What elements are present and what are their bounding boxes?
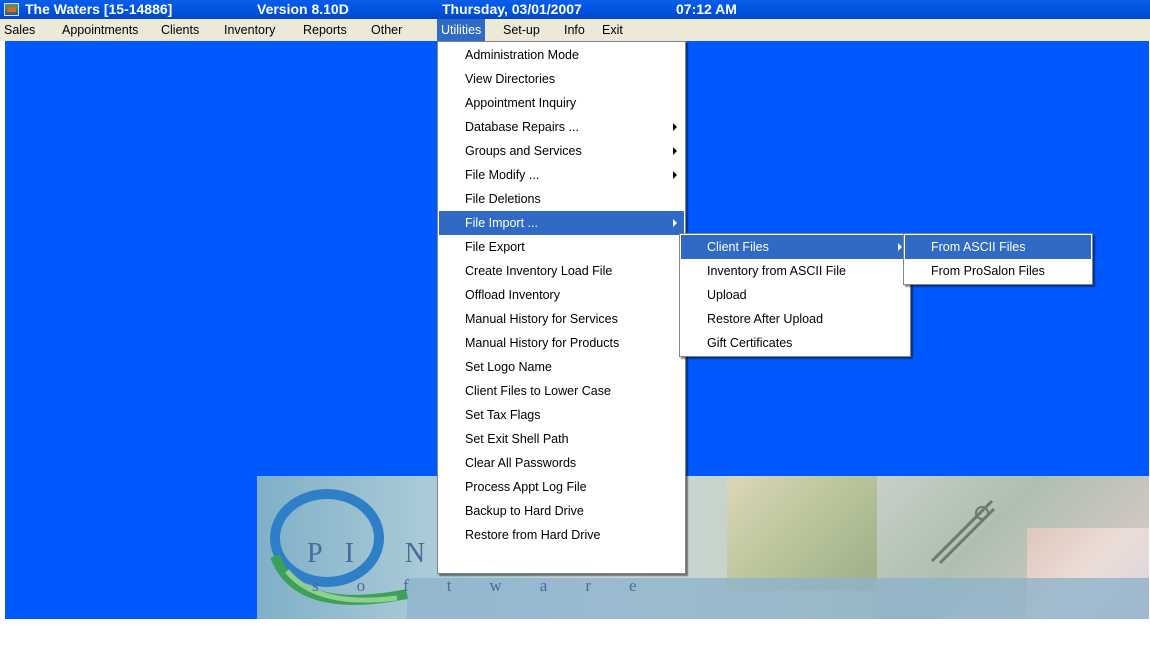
splash-banner: PI NS software — [257, 476, 1149, 619]
menu-item-backup-hard-drive[interactable]: Backup to Hard Drive — [439, 499, 684, 523]
menu-item-label: Set Exit Shell Path — [465, 432, 569, 446]
menu-item-restore-after-upload[interactable]: Restore After Upload — [681, 307, 909, 331]
menu-item-label: Backup to Hard Drive — [465, 504, 584, 518]
menu-item-label: Set Logo Name — [465, 360, 552, 374]
menu-item-inventory-ascii[interactable]: Inventory from ASCII File — [681, 259, 909, 283]
menu-other[interactable]: Other — [367, 19, 406, 41]
menu-item-label: From ASCII Files — [931, 240, 1026, 254]
arrow-right-icon — [673, 123, 677, 131]
menu-item-client-files[interactable]: Client Files — [681, 235, 909, 259]
menu-item-label: From ProSalon Files — [931, 264, 1045, 278]
menu-item-manual-history-products[interactable]: Manual History for Products — [439, 331, 684, 355]
menu-item-appointment-inquiry[interactable]: Appointment Inquiry — [439, 91, 684, 115]
menu-item-file-deletions[interactable]: File Deletions — [439, 187, 684, 211]
menu-item-label: Manual History for Products — [465, 336, 620, 350]
menu-item-label: Gift Certificates — [707, 336, 793, 350]
menu-item-database-repairs[interactable]: Database Repairs ... — [439, 115, 684, 139]
version-label: Version 8.10D — [257, 1, 349, 17]
client-files-submenu: From ASCII Files From ProSalon Files — [903, 233, 1093, 285]
menu-item-label: Create Inventory Load File — [465, 264, 613, 278]
menu-item-label: Process Appt Log File — [465, 480, 587, 494]
menu-item-file-modify[interactable]: File Modify ... — [439, 163, 684, 187]
menu-item-set-logo-name[interactable]: Set Logo Name — [439, 355, 684, 379]
menu-bar: Sales Appointments Clients Inventory Rep… — [0, 19, 1150, 41]
menu-utilities[interactable]: Utilities — [437, 19, 486, 41]
logo-subtitle: software — [312, 576, 675, 595]
arrow-right-icon — [673, 219, 677, 227]
menu-item-file-export[interactable]: File Export — [439, 235, 684, 259]
menu-reports[interactable]: Reports — [299, 19, 351, 41]
menu-item-label: Administration Mode — [465, 48, 579, 62]
time-label: 07:12 AM — [676, 1, 737, 17]
scissors-icon — [930, 499, 996, 565]
menu-item-gift-certificates[interactable]: Gift Certificates — [681, 331, 909, 355]
menu-item-offload-inventory[interactable]: Offload Inventory — [439, 283, 684, 307]
app-icon[interactable] — [4, 3, 19, 16]
app-title: The Waters [15-14886] — [25, 1, 173, 17]
arrow-right-icon — [673, 171, 677, 179]
menu-item-label: Appointment Inquiry — [465, 96, 577, 110]
menu-item-clear-all-passwords[interactable]: Clear All Passwords — [439, 451, 684, 475]
menu-item-view-directories[interactable]: View Directories — [439, 67, 684, 91]
menu-item-upload[interactable]: Upload — [681, 283, 909, 307]
menu-item-label: Client Files to Lower Case — [465, 384, 611, 398]
menu-item-from-prosalon-files[interactable]: From ProSalon Files — [905, 259, 1091, 283]
menu-setup[interactable]: Set-up — [499, 19, 544, 41]
arrow-right-icon — [898, 243, 902, 251]
menu-info[interactable]: Info — [560, 19, 589, 41]
menu-item-label: Database Repairs ... — [465, 120, 579, 134]
menu-item-client-files-lower-case[interactable]: Client Files to Lower Case — [439, 379, 684, 403]
menu-item-manual-history-services[interactable]: Manual History for Services — [439, 307, 684, 331]
menu-item-label: Restore from Hard Drive — [465, 528, 601, 542]
menu-item-file-import[interactable]: File Import ... — [439, 211, 684, 235]
menu-sales[interactable]: Sales — [0, 19, 39, 41]
menu-item-create-inventory-load-file[interactable]: Create Inventory Load File — [439, 259, 684, 283]
menu-item-label: Inventory from ASCII File — [707, 264, 846, 278]
menu-item-label: Set Tax Flags — [465, 408, 541, 422]
menu-item-label: File Deletions — [465, 192, 541, 206]
menu-item-label: View Directories — [465, 72, 556, 86]
utilities-menu: Administration Mode View Directories App… — [437, 41, 686, 574]
menu-item-groups-services[interactable]: Groups and Services — [439, 139, 684, 163]
date-label: Thursday, 03/01/2007 — [442, 1, 582, 17]
menu-item-label: Groups and Services — [465, 144, 582, 158]
menu-item-restore-hard-drive[interactable]: Restore from Hard Drive — [439, 523, 684, 547]
menu-clients[interactable]: Clients — [157, 19, 203, 41]
arrow-right-icon — [673, 147, 677, 155]
bottom-strip — [0, 619, 1150, 648]
menu-item-label: File Export — [465, 240, 525, 254]
menu-item-set-exit-shell-path[interactable]: Set Exit Shell Path — [439, 427, 684, 451]
file-import-submenu: Client Files Inventory from ASCII File U… — [679, 233, 911, 357]
menu-item-process-appt-log-file[interactable]: Process Appt Log File — [439, 475, 684, 499]
menu-item-label: Offload Inventory — [465, 288, 560, 302]
menu-item-label: Clear All Passwords — [465, 456, 577, 470]
menu-item-from-ascii-files[interactable]: From ASCII Files — [905, 235, 1091, 259]
title-bar: The Waters [15-14886] Version 8.10D Thur… — [0, 0, 1150, 19]
menu-appointments[interactable]: Appointments — [58, 19, 142, 41]
menu-item-label: Upload — [707, 288, 747, 302]
banner-photo-panel — [727, 476, 877, 591]
menu-item-administration-mode[interactable]: Administration Mode — [439, 43, 684, 67]
menu-item-label: Restore After Upload — [707, 312, 824, 326]
menu-item-label: Manual History for Services — [465, 312, 618, 326]
menu-item-label: Client Files — [707, 240, 769, 254]
menu-item-label: File Modify ... — [465, 168, 540, 182]
menu-inventory[interactable]: Inventory — [220, 19, 279, 41]
menu-item-set-tax-flags[interactable]: Set Tax Flags — [439, 403, 684, 427]
menu-exit[interactable]: Exit — [598, 19, 627, 41]
menu-item-label: File Import ... — [465, 216, 538, 230]
